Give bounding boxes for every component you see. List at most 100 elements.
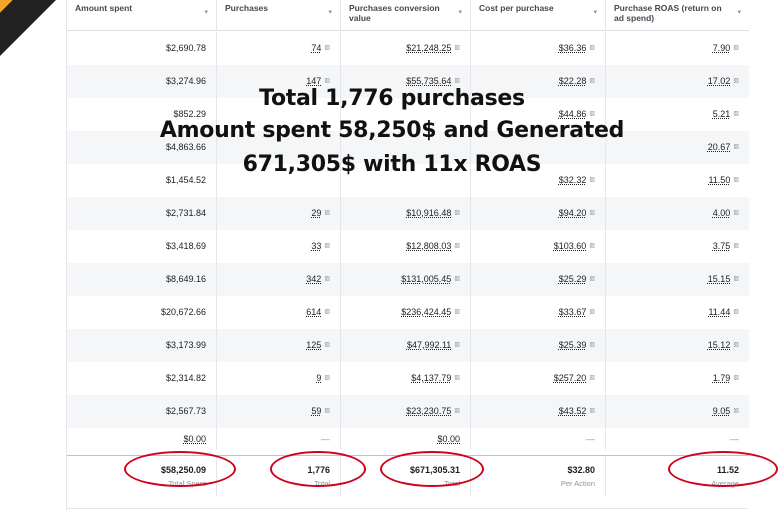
column-header-purchase-roas[interactable]: Purchase ROAS (return on ad spend) ▾	[606, 0, 749, 30]
details-icon[interactable]: ▥	[454, 45, 460, 51]
details-icon[interactable]: ▥	[733, 177, 739, 183]
table-row[interactable]: $2,731.84 29 ▥ $10,916.48 ▥ $94.20 ▥ 4.00 ▥	[67, 197, 749, 230]
details-icon[interactable]: ▥	[454, 342, 460, 348]
details-icon[interactable]: ▥	[733, 342, 739, 348]
cell-value-link[interactable]: $22.28	[559, 76, 587, 86]
table-row[interactable]: $2,567.73 59 ▥ $23,230.75 ▥ $43.52 ▥ 9.05 ▥	[67, 395, 749, 428]
details-icon[interactable]: ▥	[454, 210, 460, 216]
cell-value-link[interactable]: 15.12	[708, 340, 731, 350]
cell-value-link[interactable]: 20.67	[708, 142, 731, 152]
details-icon[interactable]: ▥	[733, 111, 739, 117]
details-icon[interactable]: ▥	[589, 210, 595, 216]
cell-value-link[interactable]: $257.20	[554, 373, 587, 383]
column-header-conversion-value[interactable]: Purchases conversion value ▾	[341, 0, 471, 30]
cell-value: $8,649.16	[165, 274, 206, 284]
table-row[interactable]: $3,418.69 33 ▥ $12,808.03 ▥ $103.60 ▥ 3.75 ▥	[67, 230, 749, 263]
table-row[interactable]: $2,690.78 74 ▥ $21,248.25 ▥ $36.36 ▥ 7.90 ▥	[67, 32, 749, 65]
details-icon[interactable]: ▥	[324, 408, 330, 414]
details-icon[interactable]: ▥	[589, 78, 595, 84]
details-icon[interactable]: ▥	[589, 375, 595, 381]
cell-value-link[interactable]: $131,005.45	[401, 274, 451, 284]
cell-value-link[interactable]: 59	[311, 406, 321, 416]
chevron-down-icon[interactable]: ▾	[328, 8, 332, 18]
details-icon[interactable]: ▥	[589, 408, 595, 414]
cell-value-link[interactable]: 9.05	[713, 406, 731, 416]
cell-value-link[interactable]: $43.52	[559, 406, 587, 416]
chevron-down-icon[interactable]: ▾	[204, 8, 208, 18]
details-icon[interactable]: ▥	[733, 309, 739, 315]
details-icon[interactable]: ▥	[454, 309, 460, 315]
details-icon[interactable]: ▥	[733, 276, 739, 282]
cell-value-link[interactable]: $33.67	[559, 307, 587, 317]
cell-value-link[interactable]: 33	[311, 241, 321, 251]
cell-value-link[interactable]: 7.90	[713, 43, 731, 53]
details-icon[interactable]: ▥	[733, 375, 739, 381]
cell-value-link[interactable]: $103.60	[554, 241, 587, 251]
details-icon[interactable]: ▥	[733, 144, 739, 150]
cell-value-link[interactable]: $4,137.79	[411, 373, 451, 383]
table-row[interactable]: $2,314.82 9 ▥ $4,137.79 ▥ $257.20 ▥ 1.79 ▥	[67, 362, 749, 395]
cell-value-link[interactable]: 74	[311, 43, 321, 53]
cell-purchase-roas: 15.12 ▥	[606, 329, 749, 362]
cell-value-link[interactable]: $47,992.11	[407, 340, 451, 350]
details-icon[interactable]: ▥	[454, 375, 460, 381]
column-header-cost-per-purchase[interactable]: Cost per purchase ▾	[471, 0, 606, 30]
cell-value-link[interactable]: 614	[306, 307, 321, 317]
cell-value-link[interactable]: 29	[311, 208, 321, 218]
cell-value-link[interactable]: 17.02	[708, 76, 731, 86]
cell-value-link[interactable]: $25.39	[559, 340, 587, 350]
chevron-down-icon[interactable]: ▾	[737, 8, 741, 18]
cell-value-link[interactable]: 147	[306, 76, 321, 86]
cell-value-link[interactable]: $23,230.75	[406, 406, 451, 416]
cell-value-link[interactable]: $55,735.64	[406, 76, 451, 86]
cell-value-link[interactable]: $10,916.48	[406, 208, 451, 218]
details-icon[interactable]: ▥	[324, 45, 330, 51]
cell-value-link[interactable]: 4.00	[713, 208, 731, 218]
details-icon[interactable]: ▥	[733, 408, 739, 414]
table-row[interactable]: $20,672.66 614 ▥ $236,424.45 ▥ $33.67 ▥ 11.44 ▥	[67, 296, 749, 329]
table-row-empty[interactable]: $0.00 — $0.00 — —	[67, 428, 749, 450]
cell-cost-per-purchase: $25.29 ▥	[471, 263, 606, 296]
details-icon[interactable]: ▥	[454, 78, 460, 84]
cell-value-link[interactable]: 11.44	[708, 307, 730, 317]
chevron-down-icon[interactable]: ▾	[593, 8, 597, 18]
details-icon[interactable]: ▥	[324, 342, 330, 348]
cell-value-link[interactable]: $25.29	[559, 274, 587, 284]
cell-value-link[interactable]: 3.75	[713, 241, 731, 251]
cell-value-link[interactable]: $94.20	[559, 208, 587, 218]
cell-value-link[interactable]: 125	[306, 340, 321, 350]
details-icon[interactable]: ▥	[589, 111, 595, 117]
table-row[interactable]: $8,649.16 342 ▥ $131,005.45 ▥ $25.29 ▥ 15.15 ▥	[67, 263, 749, 296]
column-header-purchases[interactable]: Purchases ▾	[217, 0, 341, 30]
table-row[interactable]: $3,173.99 125 ▥ $47,992.11 ▥ $25.39 ▥ 15.12 ▥	[67, 329, 749, 362]
column-header-amount-spent[interactable]: Amount spent ▾	[67, 0, 217, 30]
details-icon[interactable]: ▥	[589, 177, 595, 183]
cell-value-link[interactable]: $12,808.03	[406, 241, 451, 251]
chevron-down-icon[interactable]: ▾	[458, 8, 462, 18]
details-icon[interactable]: ▥	[324, 210, 330, 216]
details-icon[interactable]: ▥	[589, 276, 595, 282]
details-icon[interactable]: ▥	[589, 45, 595, 51]
details-icon[interactable]: ▥	[324, 309, 330, 315]
cell-value-link[interactable]: 342	[306, 274, 321, 284]
details-icon[interactable]: ▥	[454, 408, 460, 414]
details-icon[interactable]: ▥	[324, 375, 330, 381]
cell-value-link[interactable]: 1.79	[713, 373, 731, 383]
details-icon[interactable]: ▥	[589, 342, 595, 348]
details-icon[interactable]: ▥	[733, 243, 739, 249]
cell-value-link[interactable]: $236,424.45	[401, 307, 451, 317]
details-icon[interactable]: ▥	[324, 276, 330, 282]
details-icon[interactable]: ▥	[454, 276, 460, 282]
details-icon[interactable]: ▥	[733, 78, 739, 84]
details-icon[interactable]: ▥	[324, 78, 330, 84]
details-icon[interactable]: ▥	[454, 243, 460, 249]
details-icon[interactable]: ▥	[733, 210, 739, 216]
details-icon[interactable]: ▥	[733, 45, 739, 51]
cell-value-link[interactable]: $21,248.25	[406, 43, 451, 53]
details-icon[interactable]: ▥	[324, 243, 330, 249]
cell-value-link[interactable]: 15.15	[708, 274, 731, 284]
cell-value-link[interactable]: 9	[316, 373, 321, 383]
details-icon[interactable]: ▥	[589, 243, 595, 249]
details-icon[interactable]: ▥	[589, 309, 595, 315]
cell-value-link[interactable]: $36.36	[559, 43, 587, 53]
